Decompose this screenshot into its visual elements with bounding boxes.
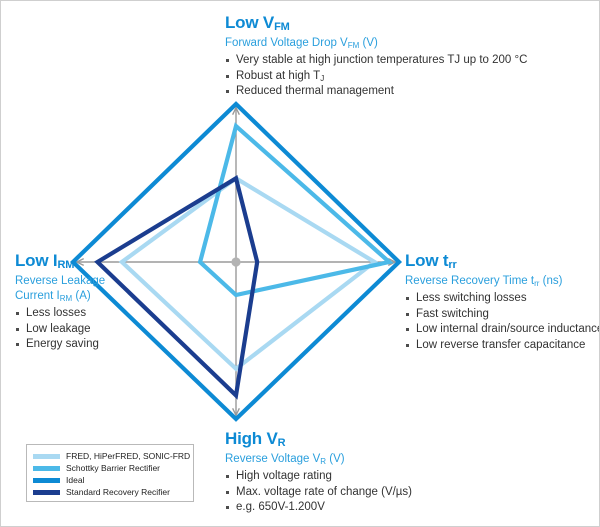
legend-label: Standard Recovery Recifier	[66, 487, 170, 497]
list-item: Energy saving	[15, 337, 105, 353]
diagram-canvas: Low VFM Forward Voltage Drop VFM (V) Ver…	[0, 0, 600, 527]
low-irm-subtitle-line1: Reverse Leakage	[15, 275, 106, 287]
low-trr-subtitle: Reverse Recovery Time trr (ns)	[405, 275, 563, 288]
chart-legend: FRED, HiPerFRED, SONIC-FRD Schottky Barr…	[26, 444, 194, 502]
legend-item-fred: FRED, HiPerFRED, SONIC-FRD	[33, 450, 191, 462]
legend-label: FRED, HiPerFRED, SONIC-FRD	[66, 451, 191, 461]
high-vr-bullets: High voltage rating Max. voltage rate of…	[225, 469, 412, 516]
section-low-irm: Low IRM Reverse Leakage Current IRM (A) …	[15, 251, 105, 353]
low-irm-heading: Low IRM	[15, 251, 75, 271]
list-item: Max. voltage rate of change (V/µs)	[225, 485, 412, 501]
legend-item-standard: Standard Recovery Recifier	[33, 486, 187, 498]
low-vfm-subtitle: Forward Voltage Drop VFM (V)	[225, 37, 378, 50]
low-irm-subtitle-line2: Current IRM (A)	[15, 290, 91, 303]
low-trr-heading: Low trr	[405, 251, 457, 271]
list-item: Low internal drain/source inductance	[405, 322, 599, 338]
list-item: e.g. 650V-1.200V	[225, 500, 412, 516]
list-item: Low leakage	[15, 322, 105, 338]
legend-item-ideal: Ideal	[33, 474, 187, 486]
list-item: Reduced thermal management	[225, 84, 527, 100]
high-vr-subtitle: Reverse Voltage VR (V)	[225, 453, 345, 466]
legend-swatch-icon	[33, 453, 60, 459]
low-irm-bullets: Less losses Low leakage Energy saving	[15, 306, 105, 353]
list-item: Fast switching	[405, 307, 599, 323]
legend-swatch-icon	[33, 489, 60, 495]
low-vfm-bullets: Very stable at high junction temperature…	[225, 53, 527, 100]
legend-label: Schottky Barrier Rectifier	[66, 463, 160, 473]
list-item: Robust at high TJ	[225, 69, 527, 85]
list-item: Less losses	[15, 306, 105, 322]
center-origin-dot	[231, 257, 241, 267]
low-vfm-heading: Low VFM	[225, 13, 290, 33]
legend-swatch-icon	[33, 477, 60, 483]
legend-item-schottky: Schottky Barrier Rectifier	[33, 462, 187, 474]
legend-swatch-icon	[33, 465, 60, 471]
legend-label: Ideal	[66, 475, 85, 485]
list-item: High voltage rating	[225, 469, 412, 485]
low-trr-bullets: Less switching losses Fast switching Low…	[405, 291, 599, 354]
series-schottky	[197, 122, 394, 298]
list-item: Less switching losses	[405, 291, 599, 307]
section-low-vfm: Low VFM Forward Voltage Drop VFM (V) Ver…	[225, 13, 527, 100]
list-item: Low reverse transfer capacitance	[405, 338, 599, 354]
section-high-vr: High VR Reverse Voltage VR (V) High volt…	[225, 429, 412, 516]
high-vr-heading: High VR	[225, 429, 286, 449]
list-item: Very stable at high junction temperature…	[225, 53, 527, 69]
section-low-trr: Low trr Reverse Recovery Time trr (ns) L…	[405, 251, 599, 354]
